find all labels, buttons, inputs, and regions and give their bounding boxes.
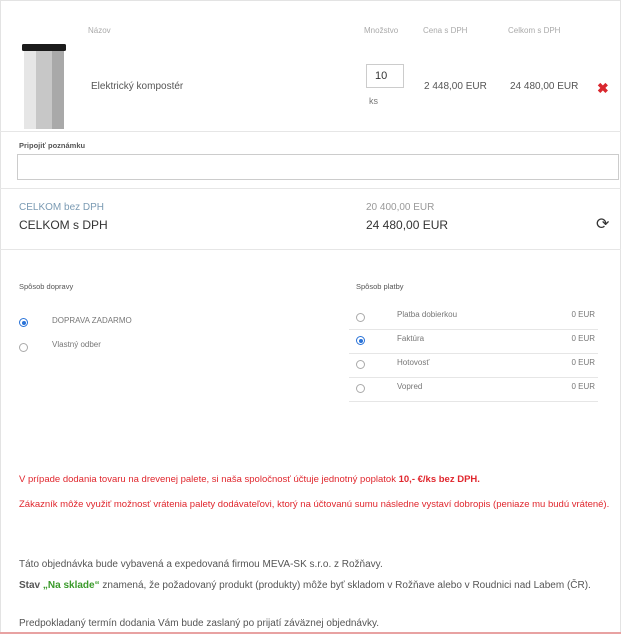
header-name: Názov xyxy=(88,26,111,35)
divider xyxy=(0,249,621,250)
delivery-term-notice: Predpokladaný termín dodania Vám bude za… xyxy=(19,618,380,629)
divider xyxy=(349,353,598,354)
payment-radio-prepay[interactable] xyxy=(356,384,365,393)
payment-option-label[interactable]: Faktúra xyxy=(397,334,424,343)
total-with-vat-label: CELKOM s DPH xyxy=(19,218,108,232)
total-with-vat-value: 24 480,00 EUR xyxy=(366,218,449,232)
payment-radio-cash[interactable] xyxy=(356,360,365,369)
pallet-fee-amount: 10,- €/ks bez DPH. xyxy=(398,474,480,485)
item-total: 24 480,00 EUR xyxy=(510,81,579,92)
pallet-return-notice: Zákazník môže využiť možnosť vrátenia pa… xyxy=(19,499,610,510)
divider xyxy=(0,131,621,132)
stock-notice: Stav „Na sklade“ znamená, že požadovaný … xyxy=(19,580,615,591)
payment-option-price: 0 EUR xyxy=(571,334,595,343)
refresh-icon[interactable]: ⟳ xyxy=(596,214,609,234)
shipping-title: Spôsob dopravy xyxy=(19,282,74,291)
payment-option-label[interactable]: Vopred xyxy=(397,382,422,391)
header-quantity: Množstvo xyxy=(364,26,399,35)
payment-radio-cod[interactable] xyxy=(356,313,365,322)
payment-option-price: 0 EUR xyxy=(571,358,595,367)
divider xyxy=(349,401,598,402)
payment-radio-invoice[interactable] xyxy=(356,336,365,345)
shipping-option-label[interactable]: Vlastný odber xyxy=(52,340,101,349)
divider xyxy=(349,329,598,330)
pallet-fee-text: V prípade dodania tovaru na drevenej pal… xyxy=(19,474,399,485)
shipping-option-label[interactable]: DOPRAVA ZADARMO xyxy=(52,316,132,325)
payment-option-price: 0 EUR xyxy=(571,310,595,319)
payment-title: Spôsob platby xyxy=(356,282,404,291)
payment-option-label[interactable]: Hotovosť xyxy=(397,358,429,367)
quantity-unit: ks xyxy=(369,96,378,106)
shipping-radio-pickup[interactable] xyxy=(19,343,28,352)
remove-item-icon[interactable]: ✖ xyxy=(597,80,609,97)
payment-option-label[interactable]: Platba dobierkou xyxy=(397,310,457,319)
expedition-notice: Táto objednávka bude vybavená a expedova… xyxy=(19,559,383,570)
item-price: 2 448,00 EUR xyxy=(424,81,487,92)
note-input[interactable] xyxy=(17,154,619,180)
header-price: Cena s DPH xyxy=(423,26,468,35)
shipping-radio-free[interactable] xyxy=(19,318,28,327)
stock-text: znamená, že požadovaný produkt (produkty… xyxy=(99,580,591,591)
quantity-input[interactable] xyxy=(366,64,404,88)
divider xyxy=(0,188,621,189)
product-image[interactable] xyxy=(19,44,69,129)
stock-label: Stav xyxy=(19,580,41,591)
pallet-fee-notice: V prípade dodania tovaru na drevenej pal… xyxy=(19,474,609,485)
header-total: Celkom s DPH xyxy=(508,26,561,35)
divider xyxy=(349,377,598,378)
total-without-vat-value: 20 400,00 EUR xyxy=(366,202,435,213)
product-name[interactable]: Elektrický kompostér xyxy=(91,81,183,92)
total-without-vat-label: CELKOM bez DPH xyxy=(19,202,105,213)
note-label: Pripojiť poznámku xyxy=(19,141,86,150)
stock-value: „Na sklade“ xyxy=(42,580,100,591)
payment-option-price: 0 EUR xyxy=(571,382,595,391)
